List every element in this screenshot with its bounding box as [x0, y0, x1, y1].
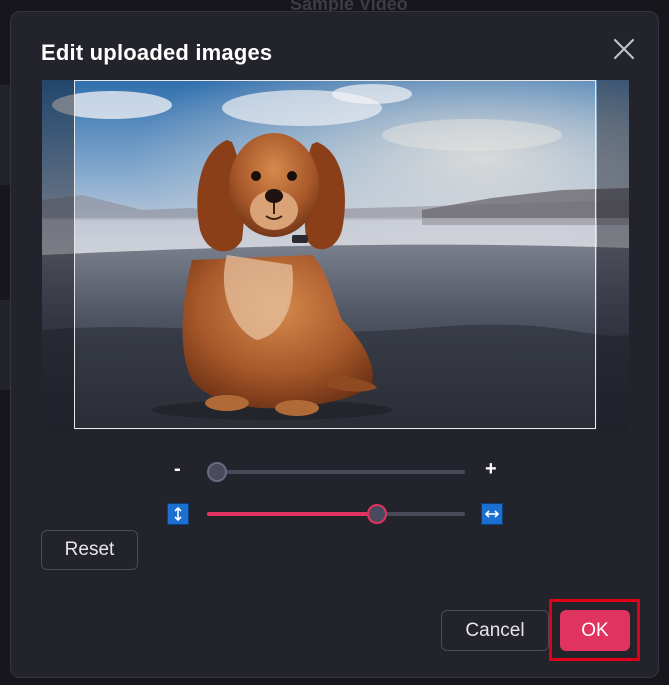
aspect-control [11, 500, 660, 528]
crop-shade-left [42, 80, 74, 430]
zoom-in-label: + [485, 458, 497, 480]
image-crop-area[interactable] [42, 80, 629, 430]
zoom-control: - + [11, 458, 660, 486]
aspect-slider-handle[interactable] [367, 504, 388, 524]
crop-selection[interactable] [74, 80, 596, 429]
vertical-arrows-icon[interactable] [167, 503, 189, 525]
backdrop-strip [0, 85, 10, 185]
ok-highlight-box [549, 599, 640, 661]
dialog-title: Edit uploaded images [41, 40, 273, 65]
zoom-slider[interactable] [207, 462, 465, 482]
zoom-slider-handle[interactable] [207, 462, 228, 482]
edit-images-dialog: Edit uploaded images - + Reset Cancel OK [10, 11, 659, 678]
aspect-slider[interactable] [207, 504, 465, 524]
aspect-slider-fill [207, 512, 378, 516]
backdrop-strip [0, 300, 10, 390]
reset-button[interactable]: Reset [41, 530, 138, 570]
close-button[interactable] [611, 36, 637, 62]
cancel-button[interactable]: Cancel [441, 610, 549, 651]
horizontal-arrows-icon[interactable] [481, 503, 503, 525]
crop-shade-right [597, 80, 629, 430]
zoom-out-label: - [174, 458, 181, 480]
close-icon [613, 38, 635, 60]
